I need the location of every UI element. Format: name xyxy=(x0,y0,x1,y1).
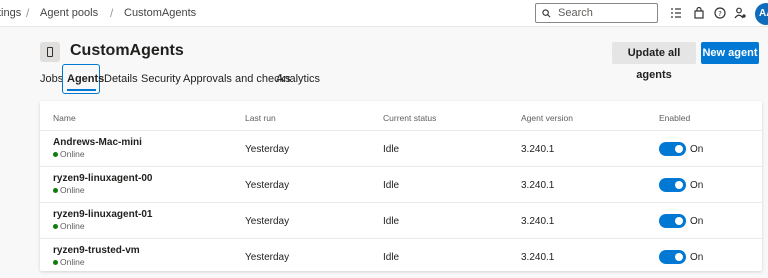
tab-approvals-and-checks[interactable]: Approvals and checks xyxy=(183,73,291,85)
agent-connection-status: Online xyxy=(60,221,85,231)
tab-analytics[interactable]: Analytics xyxy=(276,73,320,85)
help-icon[interactable]: ? xyxy=(713,6,727,20)
enabled-toggle-label: On xyxy=(690,144,704,155)
breadcrumb-project-settings[interactable]: tings xyxy=(0,7,21,19)
avatar[interactable]: AA xyxy=(755,3,768,25)
shopping-bag-icon[interactable] xyxy=(692,6,706,20)
agent-connection-status: Online xyxy=(60,257,85,267)
current-status-cell: Idle xyxy=(383,180,400,191)
enabled-toggle-label: On xyxy=(690,252,704,263)
online-status-icon xyxy=(53,152,58,157)
online-status-icon xyxy=(53,188,58,193)
tab-details[interactable]: Details xyxy=(104,73,138,85)
agent-name[interactable]: ryzen9-linuxagent-01 xyxy=(53,209,152,220)
enabled-toggle[interactable] xyxy=(659,250,686,264)
table-row[interactable]: ryzen9-trusted-vm Online Yesterday Idle … xyxy=(40,239,762,275)
table-row[interactable]: ryzen9-linuxagent-00 Online Yesterday Id… xyxy=(40,167,762,203)
breadcrumb-separator: / xyxy=(110,6,114,20)
tab-security[interactable]: Security xyxy=(141,73,181,85)
svg-text:?: ? xyxy=(718,10,722,18)
column-header-name[interactable]: Name xyxy=(53,113,76,123)
top-bar: tings / Agent pools / CustomAgents Searc… xyxy=(0,0,768,27)
checklist-icon[interactable] xyxy=(669,6,683,20)
current-status-cell: Idle xyxy=(383,144,400,155)
agent-version-cell: 3.240.1 xyxy=(521,252,555,263)
tab-jobs[interactable]: Jobs xyxy=(40,73,63,85)
column-header-agent-version[interactable]: Agent version xyxy=(521,113,573,123)
table-row[interactable]: ryzen9-linuxagent-01 Online Yesterday Id… xyxy=(40,203,762,239)
new-agent-button[interactable]: New agent xyxy=(701,42,759,64)
breadcrumb-current-pool[interactable]: CustomAgents xyxy=(124,7,196,19)
user-settings-icon[interactable] xyxy=(733,6,747,20)
online-status-icon xyxy=(53,260,58,265)
enabled-toggle[interactable] xyxy=(659,178,686,192)
column-header-current-status[interactable]: Current status xyxy=(383,113,436,123)
breadcrumb-separator: / xyxy=(26,6,30,20)
column-header-last-run[interactable]: Last run xyxy=(245,113,276,123)
search-placeholder: Search xyxy=(558,7,593,19)
search-icon xyxy=(542,9,551,18)
table-row[interactable]: Andrews-Mac-mini Online Yesterday Idle 3… xyxy=(40,131,762,167)
agent-name[interactable]: Andrews-Mac-mini xyxy=(53,137,142,148)
agents-table: Name Last run Current status Agent versi… xyxy=(40,101,762,271)
breadcrumb-agent-pools[interactable]: Agent pools xyxy=(40,7,98,19)
agent-version-cell: 3.240.1 xyxy=(521,216,555,227)
online-status-icon xyxy=(53,224,58,229)
last-run-cell: Yesterday xyxy=(245,252,290,263)
page-title: CustomAgents xyxy=(70,42,184,59)
agent-pool-icon xyxy=(40,42,60,62)
last-run-cell: Yesterday xyxy=(245,144,290,155)
enabled-toggle-label: On xyxy=(690,180,704,191)
last-run-cell: Yesterday xyxy=(245,216,290,227)
enabled-toggle[interactable] xyxy=(659,142,686,156)
current-status-cell: Idle xyxy=(383,252,400,263)
agent-name[interactable]: ryzen9-linuxagent-00 xyxy=(53,173,152,184)
current-status-cell: Idle xyxy=(383,216,400,227)
last-run-cell: Yesterday xyxy=(245,180,290,191)
search-input[interactable]: Search xyxy=(535,3,658,23)
agent-version-cell: 3.240.1 xyxy=(521,144,555,155)
enabled-toggle[interactable] xyxy=(659,214,686,228)
enabled-toggle-label: On xyxy=(690,216,704,227)
column-header-enabled[interactable]: Enabled xyxy=(659,113,690,123)
agent-connection-status: Online xyxy=(60,149,85,159)
agent-connection-status: Online xyxy=(60,185,85,195)
active-tab-indicator xyxy=(67,89,96,91)
agent-name[interactable]: ryzen9-trusted-vm xyxy=(53,245,140,256)
tab-agents[interactable]: Agents xyxy=(67,73,104,85)
agent-version-cell: 3.240.1 xyxy=(521,180,555,191)
update-all-agents-button[interactable]: Update all agents xyxy=(612,42,696,81)
